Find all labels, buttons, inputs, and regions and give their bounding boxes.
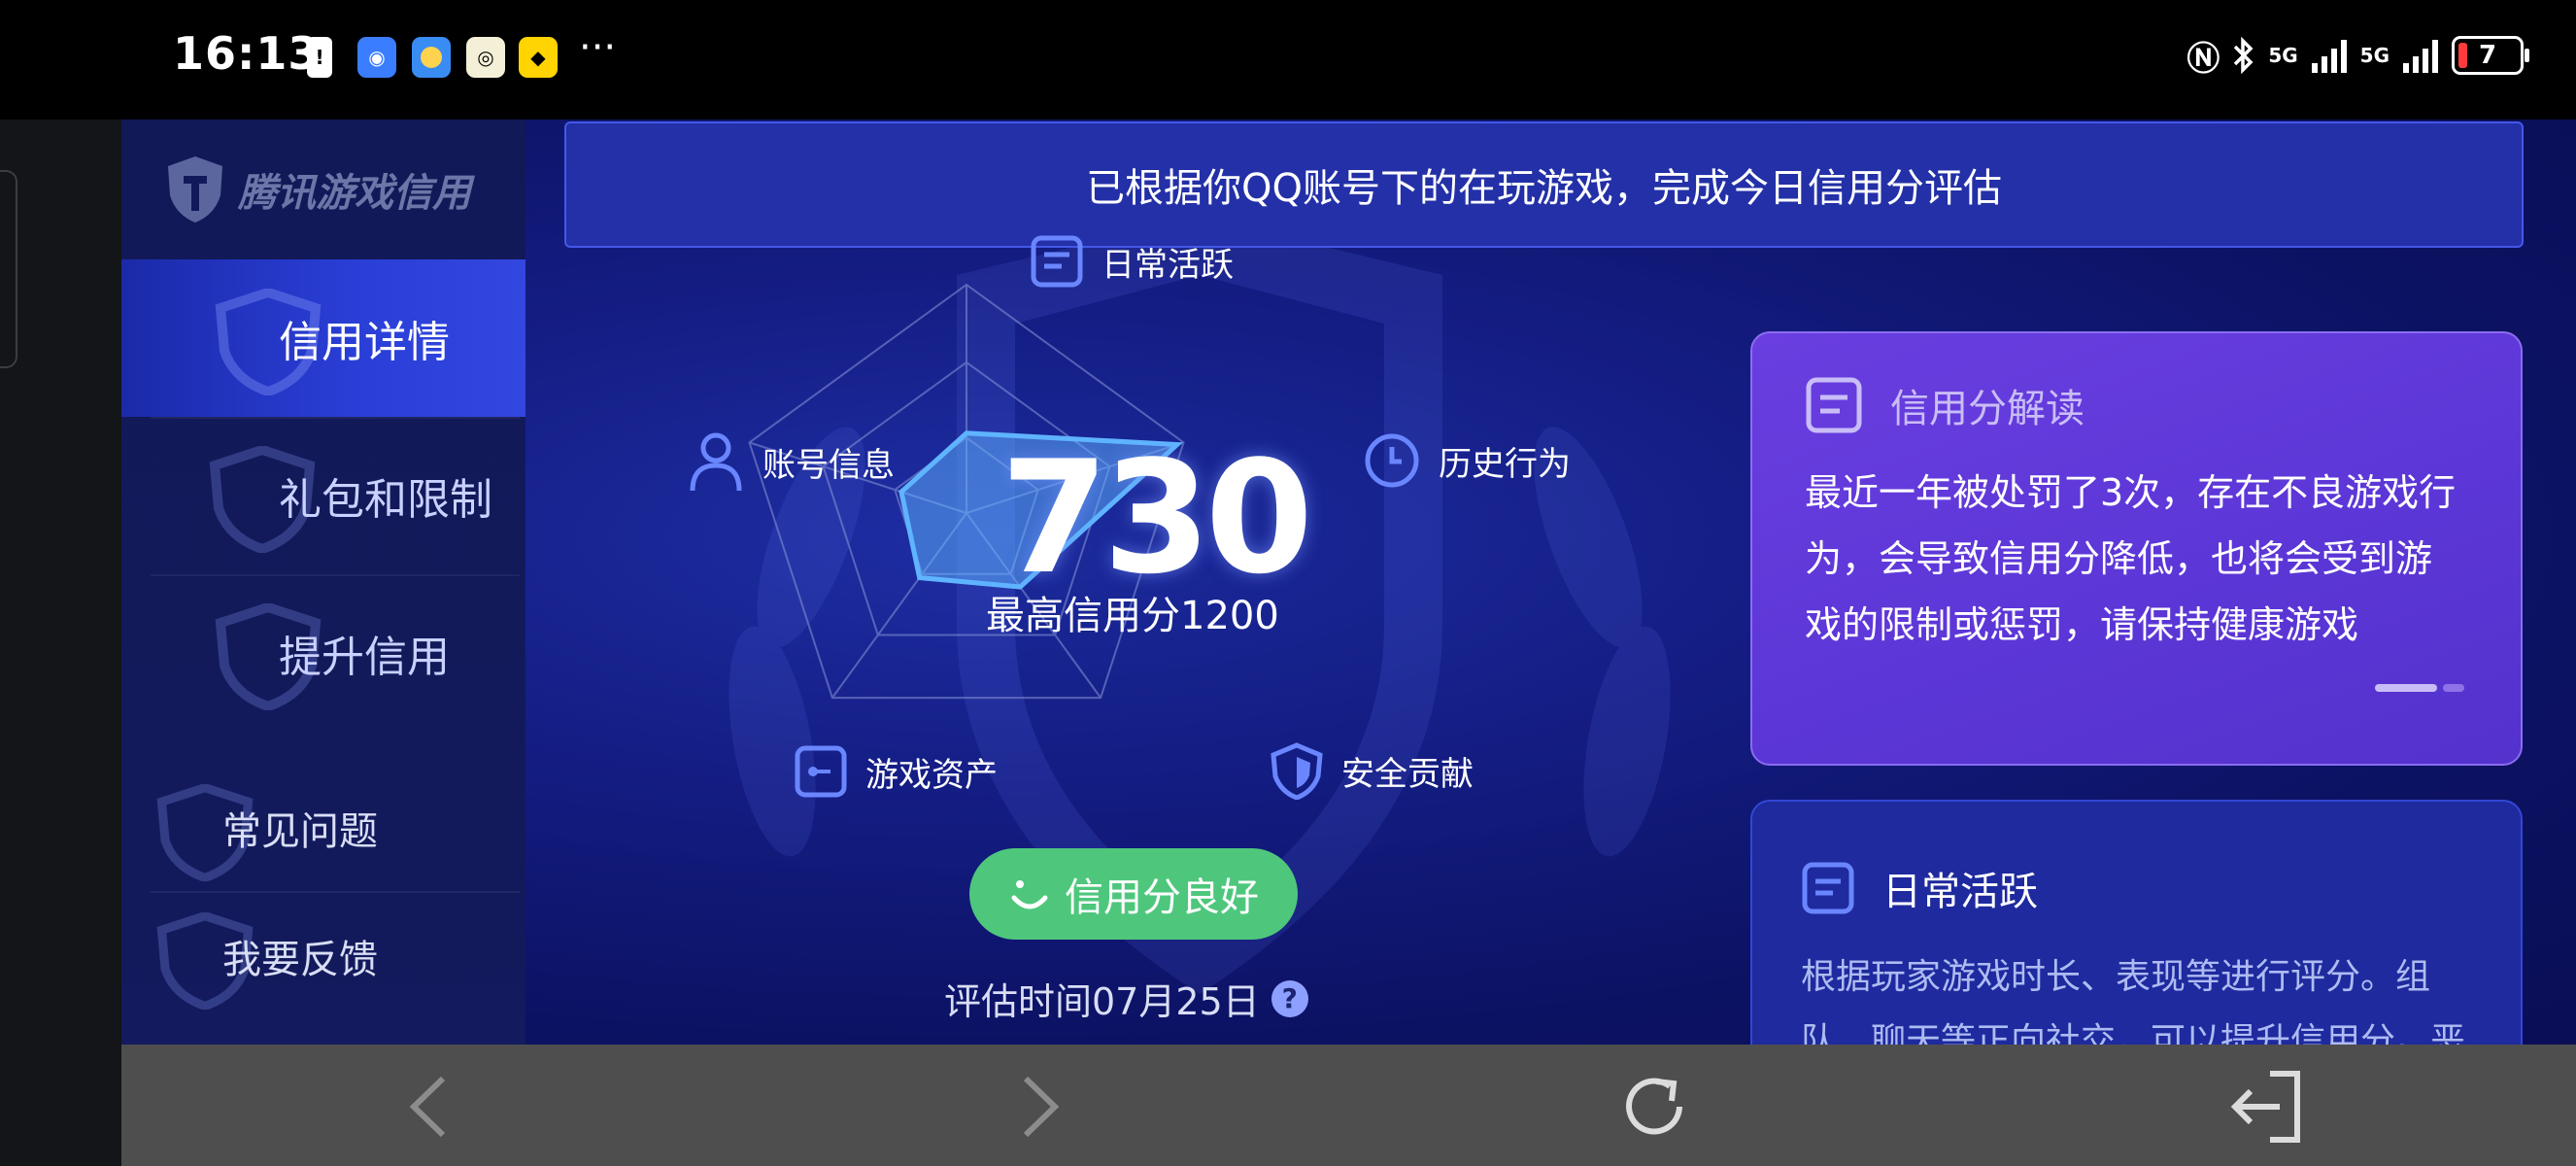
network-label-2: 5G <box>2359 44 2390 67</box>
exit-button[interactable] <box>2225 1066 2307 1148</box>
signal-icon <box>2403 40 2438 73</box>
sidebar-item-label: 常见问题 <box>222 809 378 854</box>
dimension-account-info[interactable]: 账号信息 <box>687 430 895 493</box>
credit-status-button[interactable]: 信用分良好 <box>969 848 1298 940</box>
tencent-game-credit-logo: 腾讯游戏信用 <box>164 154 471 224</box>
dimension-label: 日常活跃 <box>1102 245 1234 285</box>
battery-icon: 7 <box>2452 36 2529 75</box>
card-body: 最近一年被处罚了3次，存在不良游戏行为，会导致信用分降低，也将会受到游戏的限制或… <box>1805 471 2457 646</box>
sidebar-item-improve-credit[interactable]: 提升信用 <box>121 574 525 732</box>
dimension-label: 历史行为 <box>1439 444 1571 484</box>
key-icon <box>795 745 847 798</box>
dimension-daily-activity[interactable]: 日常活跃 <box>1030 234 1234 289</box>
help-icon[interactable]: ? <box>1271 979 1308 1017</box>
browser-bottom-bar <box>121 1045 2576 1166</box>
forward-button[interactable] <box>1000 1066 1081 1148</box>
status-time: 16:13 <box>173 27 321 80</box>
credit-app: 腾讯游戏信用 信用详情 礼包和限制 提升信用 常见问题 我要反馈 已根据你QQ账… <box>121 120 2576 1045</box>
smile-icon <box>1011 880 1048 909</box>
sidebar-item-label: 信用详情 <box>279 318 450 367</box>
sidebar-item-feedback[interactable]: 我要反馈 <box>121 893 525 1019</box>
signal-icon <box>2311 40 2347 73</box>
card-pager <box>2375 684 2464 692</box>
clock-icon <box>1365 433 1419 488</box>
sidebar-item-label: 礼包和限制 <box>279 475 492 525</box>
app-icon: ◎ <box>466 37 505 78</box>
sidebar-item-label: 我要反馈 <box>222 938 378 982</box>
back-button[interactable] <box>388 1066 469 1148</box>
status-right: Ⓝ 5G 5G 7 <box>2186 31 2529 80</box>
forward-icon <box>1023 1076 1060 1138</box>
evaluation-time: 评估时间07月25日 ? <box>944 972 1308 1025</box>
dimension-label: 账号信息 <box>763 445 895 485</box>
document-icon <box>1806 377 1862 433</box>
network-label-1: 5G <box>2268 44 2298 67</box>
document-icon <box>1802 862 1854 914</box>
evaluation-time-label: 评估时间07月25日 <box>944 980 1260 1023</box>
credit-status-label: 信用分良好 <box>1065 875 1259 920</box>
sidebar-item-credit-details[interactable]: 信用详情 <box>121 259 525 417</box>
dimension-security[interactable]: 安全贡献 <box>1270 741 1474 800</box>
card-title: 日常活跃 <box>1882 870 2038 914</box>
alert-icon: ! <box>307 37 332 78</box>
document-icon <box>1031 235 1083 288</box>
weather-icon <box>412 37 451 78</box>
evaluation-banner: 已根据你QQ账号下的在玩游戏，完成今日信用分评估 <box>564 121 2524 248</box>
score-interpretation-card[interactable]: 信用分解读 最近一年被处罚了3次，存在不良游戏行为，会导致信用分降低，也将会受到… <box>1750 331 2523 766</box>
more-notifications-icon: ··· <box>579 25 617 70</box>
left-edge <box>0 120 121 1166</box>
card-title: 信用分解读 <box>1890 387 2085 431</box>
battery-level: 7 <box>2478 41 2497 70</box>
dimension-history[interactable]: 历史行为 <box>1363 431 1571 490</box>
sidebar: 腾讯游戏信用 信用详情 礼包和限制 提升信用 常见问题 我要反馈 <box>121 120 525 1045</box>
sidebar-item-gifts-limits[interactable]: 礼包和限制 <box>121 417 525 574</box>
dimension-label: 安全贡献 <box>1341 754 1474 794</box>
daily-activity-card[interactable]: 日常活跃 根据玩家游戏时长、表现等进行评分。组队、聊天等正向社交，可以提升信用分… <box>1750 800 2523 1045</box>
sidebar-item-faq[interactable]: 常见问题 <box>121 765 525 891</box>
refresh-icon <box>1626 1078 1682 1135</box>
shield-icon <box>1271 742 1323 800</box>
back-icon <box>409 1076 446 1138</box>
pager-dot-active <box>2375 684 2437 692</box>
bluetooth-icon <box>2234 36 2254 75</box>
pager-dot <box>2443 684 2464 692</box>
dimension-game-assets[interactable]: 游戏资产 <box>794 744 998 799</box>
nfc-icon: Ⓝ <box>2186 39 2220 79</box>
max-score-label: 最高信用分1200 <box>986 594 1279 638</box>
card-body: 根据玩家游戏时长、表现等进行评分。组队、聊天等正向社交，可以提升信用分。恶 <box>1801 957 2466 1045</box>
exit-icon <box>2230 1071 2300 1143</box>
user-icon <box>690 432 742 492</box>
dimension-label: 游戏资产 <box>865 755 998 795</box>
side-handle[interactable] <box>0 170 17 368</box>
qq-icon: ◉ <box>357 37 396 78</box>
shield-logo-icon <box>168 156 222 223</box>
game-app-icon: ◆ <box>519 37 558 78</box>
status-bar: 16:13 ! ◉ ◎ ◆ ··· Ⓝ 5G 5G 7 <box>0 0 2576 120</box>
sidebar-item-label: 提升信用 <box>279 633 450 682</box>
credit-score: 730 <box>1000 427 1313 608</box>
refresh-button[interactable] <box>1613 1066 1695 1148</box>
logo-text: 腾讯游戏信用 <box>238 171 471 216</box>
